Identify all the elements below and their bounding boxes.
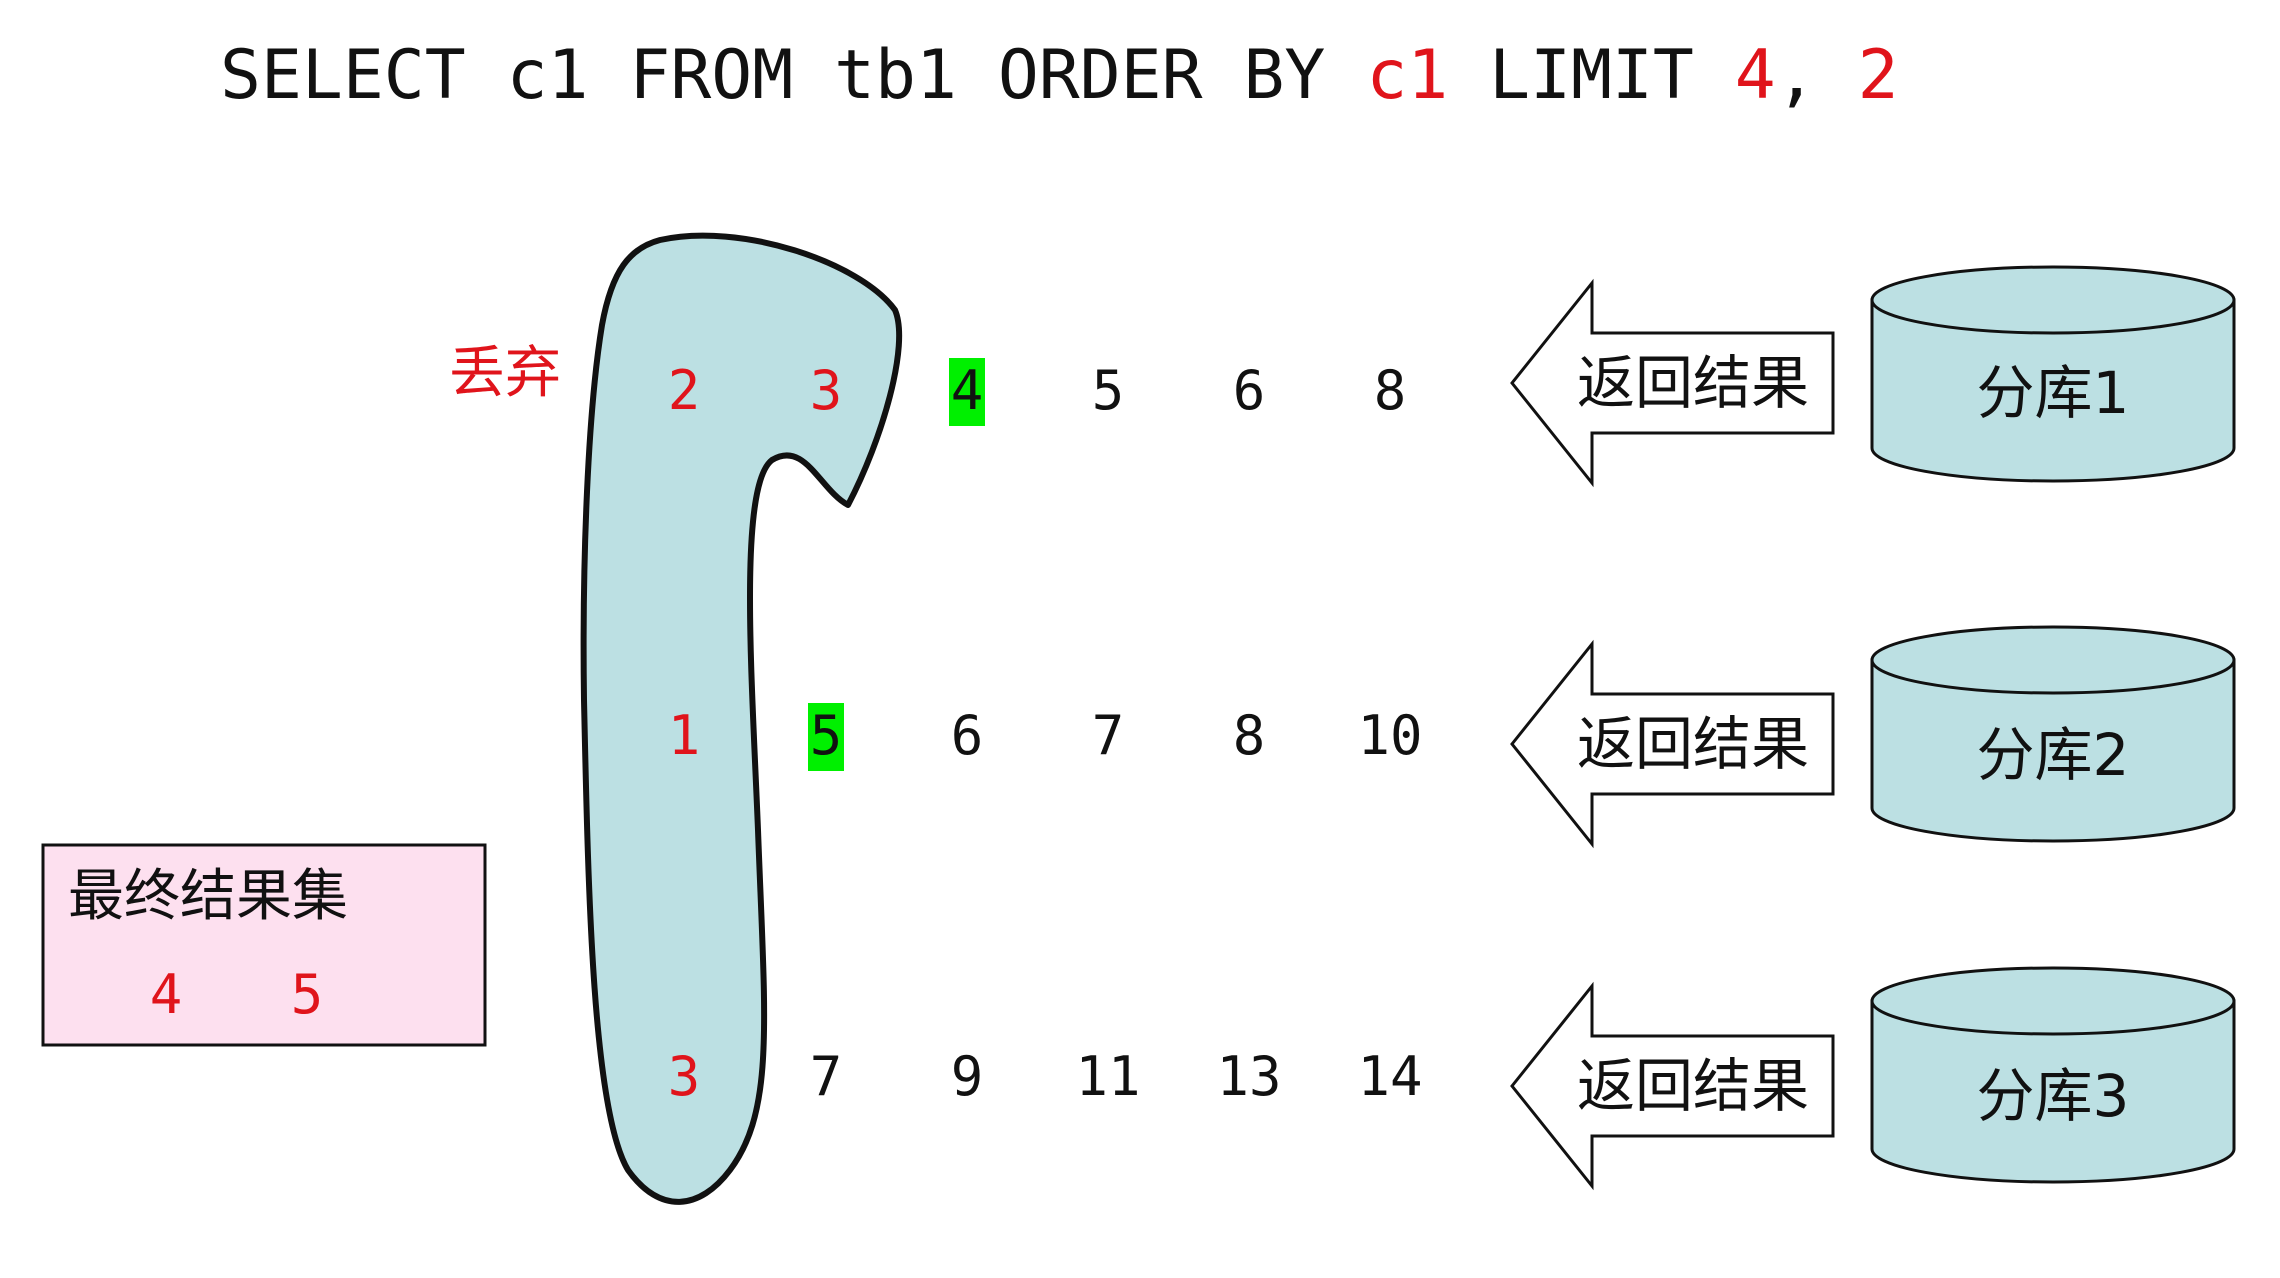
sql-query: SELECT c1 FROM tb1 ORDER BY c1 LIMIT 4, … bbox=[220, 36, 1899, 115]
value-cell: 9 bbox=[951, 1045, 984, 1108]
value-cell: 10 bbox=[1357, 704, 1422, 767]
value-cell: 7 bbox=[810, 1045, 843, 1108]
arrow-label: 返回结果 bbox=[1577, 710, 1809, 778]
row-shard-2: 1 5 6 7 8 10 返回结果 分库2 bbox=[668, 625, 2236, 849]
diagram-canvas: SELECT c1 FROM tb1 ORDER BY c1 LIMIT 4, … bbox=[41, 36, 2236, 1205]
query-offset: 4 bbox=[1735, 36, 1776, 115]
value-cell: 6 bbox=[951, 704, 984, 767]
query-count: 2 bbox=[1858, 36, 1899, 115]
query-comma: , bbox=[1776, 36, 1858, 115]
value-cell: 4 bbox=[951, 359, 984, 422]
shard-label: 分库1 bbox=[1977, 359, 2130, 427]
value-cell: 13 bbox=[1216, 1045, 1281, 1108]
row-shard-3: 3 7 9 11 13 14 返回结果 分库3 bbox=[668, 966, 2236, 1191]
row-shard-1: 2 3 4 5 6 8 返回结果 分库1 bbox=[668, 265, 2236, 488]
query-part2: LIMIT bbox=[1448, 36, 1735, 115]
value-cell: 5 bbox=[1092, 359, 1125, 422]
shard-label: 分库3 bbox=[1977, 1062, 2130, 1130]
discard-label: 丢弃 bbox=[449, 341, 561, 406]
value-cell: 8 bbox=[1374, 359, 1407, 422]
final-result-value: 5 bbox=[291, 963, 324, 1026]
arrow-label: 返回结果 bbox=[1577, 1052, 1809, 1120]
value-cell: 3 bbox=[810, 359, 843, 422]
final-result-box: 最终结果集 4 5 bbox=[41, 843, 487, 1047]
shard-label: 分库2 bbox=[1977, 721, 2130, 789]
value-cell: 3 bbox=[668, 1045, 701, 1108]
value-cell: 5 bbox=[810, 704, 843, 767]
final-result-value: 4 bbox=[150, 963, 183, 1026]
discard-region bbox=[580, 232, 903, 1205]
value-cell: 14 bbox=[1357, 1045, 1422, 1108]
value-cell: 7 bbox=[1092, 704, 1125, 767]
query-part1: SELECT c1 FROM tb1 ORDER BY bbox=[220, 36, 1366, 115]
value-cell: 1 bbox=[668, 704, 701, 767]
query-order-column: c1 bbox=[1366, 36, 1448, 115]
value-cell: 11 bbox=[1075, 1045, 1140, 1108]
final-result-title: 最终结果集 bbox=[68, 864, 348, 929]
arrow-label: 返回结果 bbox=[1577, 349, 1809, 417]
value-cell: 6 bbox=[1233, 359, 1266, 422]
value-cell: 8 bbox=[1233, 704, 1266, 767]
value-cell: 2 bbox=[668, 359, 701, 422]
